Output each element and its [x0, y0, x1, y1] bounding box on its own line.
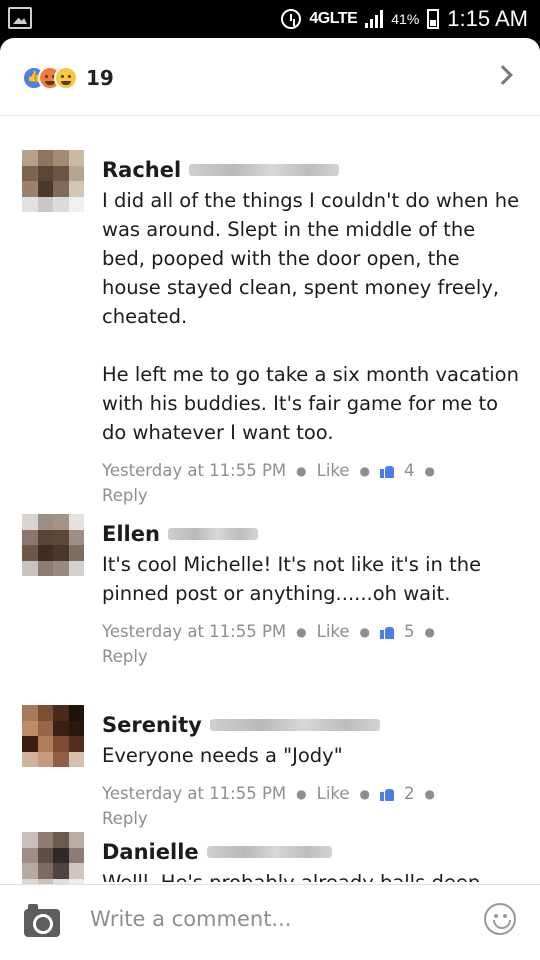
like-count[interactable]: 5 [404, 620, 415, 644]
comment-text: Welll. He's probably already balls deep [102, 868, 522, 882]
comment-meta: Yesterday at 11:55 PM ● Like ● 5 ● [102, 620, 522, 644]
like-count-icon [380, 625, 395, 639]
separator-dot: ● [359, 464, 371, 478]
avatar[interactable] [22, 150, 84, 212]
like-count[interactable]: 2 [404, 782, 415, 806]
like-count[interactable]: 4 [404, 459, 415, 483]
avatar[interactable] [22, 514, 84, 576]
comment-timestamp[interactable]: Yesterday at 11:55 PM [102, 620, 286, 644]
comment-composer: Write a comment... [0, 884, 540, 960]
haha-reaction-icon [54, 66, 78, 90]
commenter-name[interactable]: Serenity [102, 713, 202, 737]
reply-link[interactable]: Reply [102, 806, 522, 832]
separator-dot: ● [424, 787, 436, 801]
gallery-icon [8, 7, 32, 29]
separator-dot: ● [424, 625, 436, 639]
battery-icon [427, 9, 440, 29]
emoji-icon[interactable] [484, 903, 516, 935]
separator-dot: ● [359, 625, 371, 639]
separator-dot: ● [424, 464, 436, 478]
reaction-summary[interactable]: 19 [22, 66, 114, 90]
like-count-icon [380, 464, 395, 478]
status-bar: 4GLTE 41% 1:15 AM [0, 0, 540, 38]
comment-timestamp[interactable]: Yesterday at 11:55 PM [102, 782, 286, 806]
comment-input[interactable]: Write a comment... [90, 907, 291, 931]
redacted-surname [167, 528, 258, 540]
like-link[interactable]: Like [317, 620, 350, 644]
camera-icon[interactable] [24, 904, 60, 937]
commenter-name[interactable]: Rachel [102, 158, 181, 182]
battery-percent: 41% [391, 11, 420, 27]
comments-sheet: 19 Rachel I did all of the things I coul… [0, 38, 540, 960]
separator-dot: ● [296, 464, 307, 478]
avatar[interactable] [22, 705, 84, 767]
comment-text: It's cool Michelle! It's not like it's i… [102, 553, 488, 605]
comment-meta: Yesterday at 11:55 PM ● Like ● 2 ● [102, 782, 522, 806]
reply-link[interactable]: Reply [102, 483, 522, 509]
chevron-right-icon[interactable] [493, 65, 513, 85]
comment-timestamp[interactable]: Yesterday at 11:55 PM [102, 459, 286, 483]
alarm-icon [281, 9, 302, 29]
commenter-name[interactable]: Ellen [102, 522, 160, 546]
like-count-icon [380, 787, 395, 801]
network-type: 4GLTE [309, 10, 358, 27]
reply-link[interactable]: Reply [102, 644, 522, 670]
separator-dot: ● [359, 787, 371, 801]
like-link[interactable]: Like [317, 459, 350, 483]
reaction-count: 19 [86, 66, 114, 90]
comment-text: Everyone needs a "Jody" [102, 744, 343, 767]
like-link[interactable]: Like [317, 782, 350, 806]
status-indicators: 4GLTE 41% 1:15 AM [281, 4, 528, 34]
separator-dot: ● [296, 787, 307, 801]
redacted-surname [209, 719, 380, 731]
clock: 1:15 AM [447, 6, 528, 31]
reactions-bar[interactable]: 19 [0, 38, 540, 116]
redacted-surname [206, 846, 332, 858]
signal-icon [365, 10, 384, 28]
commenter-name[interactable]: Danielle [102, 840, 199, 864]
redacted-surname [189, 164, 340, 176]
comment-text: I did all of the things I couldn't do wh… [102, 189, 520, 444]
comment-meta: Yesterday at 11:55 PM ● Like ● 4 ● [102, 459, 522, 483]
separator-dot: ● [296, 625, 307, 639]
